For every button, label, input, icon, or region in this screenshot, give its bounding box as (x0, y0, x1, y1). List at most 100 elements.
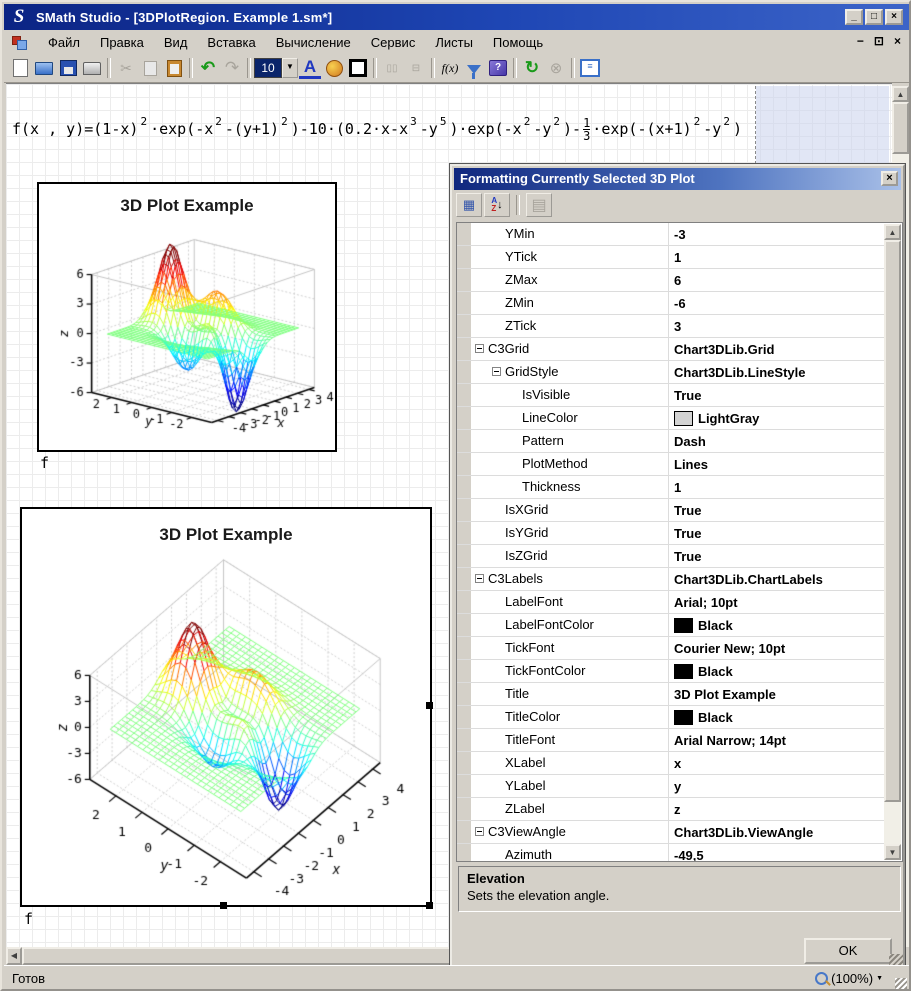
resize-handle-corner[interactable] (426, 902, 433, 909)
property-value[interactable]: LightGray (668, 407, 885, 429)
property-value[interactable]: Chart3DLib.LineStyle (668, 361, 885, 383)
property-name[interactable]: YLabel (471, 775, 668, 797)
ok-button[interactable]: OK (804, 938, 892, 964)
property-value[interactable]: Chart3DLib.Grid (668, 338, 885, 360)
property-name[interactable]: LineColor (471, 407, 668, 429)
property-value[interactable]: 1 (668, 476, 885, 498)
property-name[interactable]: LabelFontColor (471, 614, 668, 636)
property-name[interactable]: IsXGrid (471, 499, 668, 521)
property-row-azimuth[interactable]: Azimuth-49,5 (457, 844, 885, 862)
save-button[interactable] (57, 57, 79, 79)
scroll-up-button[interactable]: ▲ (892, 86, 909, 102)
property-row-xlabel[interactable]: XLabelx (457, 752, 885, 775)
zoom-level-text[interactable]: (100%) (831, 971, 873, 986)
vertical-scroll-thumb[interactable] (892, 102, 909, 154)
paste-button[interactable] (163, 57, 185, 79)
resize-handle-bottom[interactable] (220, 902, 227, 909)
property-name[interactable]: TickFont (471, 637, 668, 659)
property-grid-scrollbar[interactable]: ▲ ▼ (884, 224, 901, 860)
property-row-title[interactable]: Title3D Plot Example (457, 683, 885, 706)
property-row-labelfont[interactable]: LabelFontArial; 10pt (457, 591, 885, 614)
reference-button[interactable]: ? (487, 57, 509, 79)
property-name[interactable]: TitleFont (471, 729, 668, 751)
property-row-ylabel[interactable]: YLabely (457, 775, 885, 798)
property-value[interactable]: x (668, 752, 885, 774)
collapse-expander-icon[interactable] (475, 574, 484, 583)
property-name[interactable]: ZMin (471, 292, 668, 314)
property-value[interactable]: Lines (668, 453, 885, 475)
maximize-button[interactable]: □ (865, 9, 883, 25)
property-name[interactable]: IsYGrid (471, 522, 668, 544)
undo-button[interactable]: ↶ (197, 57, 219, 79)
menu-item-7[interactable]: Листы (425, 32, 483, 53)
property-row-ymin[interactable]: YMin-3 (457, 223, 885, 246)
property-row-ytick[interactable]: YTick1 (457, 246, 885, 269)
window-resize-grip[interactable] (895, 978, 907, 990)
alphabetical-sort-button[interactable]: AZ ↓ (484, 193, 510, 217)
property-name[interactable]: Thickness (471, 476, 668, 498)
property-row-isxgrid[interactable]: IsXGridTrue (457, 499, 885, 522)
options-button[interactable]: ≡ (579, 57, 601, 79)
property-row-zmax[interactable]: ZMax6 (457, 269, 885, 292)
property-value[interactable]: True (668, 499, 885, 521)
property-value[interactable]: -6 (668, 292, 885, 314)
menu-item-5[interactable]: Вычисление (266, 32, 361, 53)
property-name[interactable]: IsZGrid (471, 545, 668, 567)
border-button[interactable] (347, 57, 369, 79)
property-name[interactable]: C3Grid (471, 338, 668, 360)
property-name[interactable]: TickFontColor (471, 660, 668, 682)
property-row-tickfont[interactable]: TickFontCourier New; 10pt (457, 637, 885, 660)
property-row-c3viewangle[interactable]: C3ViewAngleChart3DLib.ViewAngle (457, 821, 885, 844)
align-vertical-button[interactable]: ⊟ (405, 57, 427, 79)
property-name[interactable]: C3ViewAngle (471, 821, 668, 843)
plot-region-2[interactable]: 3D Plot Example (20, 507, 432, 907)
property-name[interactable]: Pattern (471, 430, 668, 452)
filter-button[interactable] (463, 57, 485, 79)
menu-item-3[interactable]: Вид (154, 32, 198, 53)
menu-item-8[interactable]: Помощь (483, 32, 553, 53)
property-value[interactable]: z (668, 798, 885, 820)
mdi-minimize-button[interactable]: − (857, 34, 864, 48)
menu-item-1[interactable]: Файл (38, 32, 90, 53)
redo-button[interactable]: ↷ (221, 57, 243, 79)
grid-scroll-thumb[interactable] (884, 240, 901, 802)
open-button[interactable] (33, 57, 55, 79)
property-row-pattern[interactable]: PatternDash (457, 430, 885, 453)
property-value[interactable]: True (668, 522, 885, 544)
property-name[interactable]: IsVisible (471, 384, 668, 406)
scroll-left-button[interactable]: ◀ (6, 947, 22, 965)
palette-button[interactable] (323, 57, 345, 79)
menu-item-2[interactable]: Правка (90, 32, 154, 53)
categorized-view-button[interactable]: ▦ (456, 193, 482, 217)
scroll-down-button[interactable]: ▼ (884, 844, 901, 860)
cut-button[interactable]: ✂ (115, 57, 137, 79)
mdi-close-button[interactable]: × (894, 34, 901, 48)
property-value[interactable]: Black (668, 706, 885, 728)
font-size-dropdown-button[interactable]: ▼ (282, 58, 298, 78)
property-value[interactable]: Courier New; 10pt (668, 637, 885, 659)
property-row-iszgrid[interactable]: IsZGridTrue (457, 545, 885, 568)
property-value[interactable]: 3 (668, 315, 885, 337)
print-button[interactable] (81, 57, 103, 79)
property-name[interactable]: LabelFont (471, 591, 668, 613)
copy-button[interactable] (139, 57, 161, 79)
property-name[interactable]: GridStyle (471, 361, 668, 383)
resize-handle-right[interactable] (426, 702, 433, 709)
zoom-caret-icon[interactable]: ▼ (876, 975, 883, 982)
collapse-expander-icon[interactable] (475, 344, 484, 353)
font-color-button[interactable]: A (299, 57, 321, 79)
property-row-zmin[interactable]: ZMin-6 (457, 292, 885, 315)
collapse-expander-icon[interactable] (492, 367, 501, 376)
function-button[interactable]: f(x) (439, 57, 461, 79)
scroll-up-button[interactable]: ▲ (884, 224, 901, 240)
stop-button[interactable]: ⊗ (545, 57, 567, 79)
menu-item-6[interactable]: Сервис (361, 32, 426, 53)
property-value[interactable]: y (668, 775, 885, 797)
property-value[interactable]: Chart3DLib.ChartLabels (668, 568, 885, 590)
property-pages-button[interactable]: ▤ (526, 193, 552, 217)
plot-function-caption[interactable]: f (40, 454, 49, 472)
property-row-c3grid[interactable]: C3GridChart3DLib.Grid (457, 338, 885, 361)
property-name[interactable]: XLabel (471, 752, 668, 774)
property-row-plotmethod[interactable]: PlotMethodLines (457, 453, 885, 476)
property-value[interactable]: Dash (668, 430, 885, 452)
